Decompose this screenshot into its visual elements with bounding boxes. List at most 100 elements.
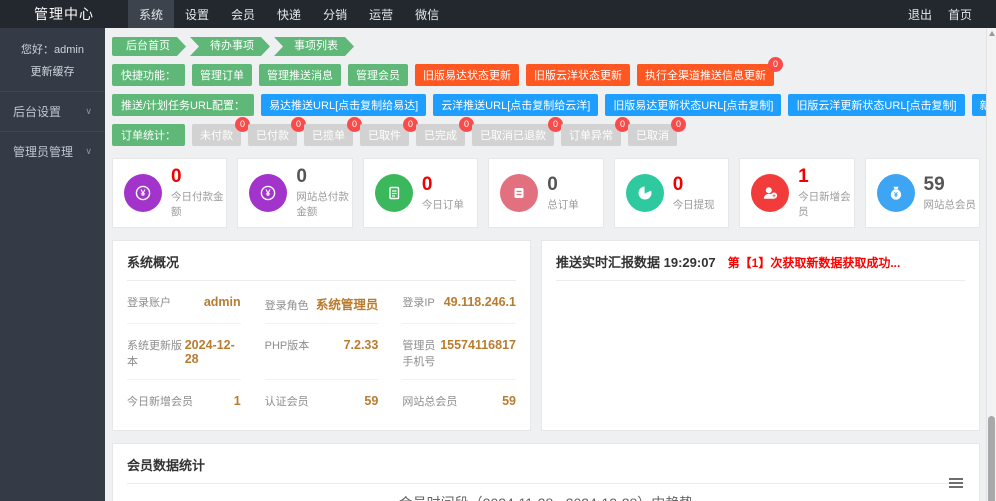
overview-value: 49.118.246.1 — [443, 295, 516, 309]
stat-card-text: 0 今日付款金额 — [171, 167, 226, 219]
overview-label: PHP版本 — [264, 340, 310, 352]
stat-card-5: 0 今日提现 — [613, 158, 730, 228]
stat-card-1: ¥0 今日付款金额 — [112, 158, 228, 228]
quick-button-r1-4[interactable]: 旧版易达状态更新 — [415, 64, 519, 86]
overview-label: 管理员手机号 — [402, 340, 436, 368]
chart-title: 会员时间段（2024-11-28 - 2024-12-28）内趋势 — [127, 493, 965, 501]
overview-value: 系统管理员 — [315, 298, 379, 312]
quick-button-r2-4[interactable]: 旧版云洋更新状态URL[点击复制] — [788, 94, 965, 116]
yen-circle-icon: ¥ — [249, 174, 288, 212]
stat-card-label: 今日新增会员 — [798, 191, 851, 218]
sidebar-item-1[interactable]: 后台设置 ∨ — [0, 91, 105, 131]
overview-cell-r3c2: 认证会员 59 — [265, 380, 379, 419]
quick-button-r1-5[interactable]: 旧版云洋状态更新 — [526, 64, 630, 86]
quick-button-r1-1[interactable]: 管理订单 — [192, 64, 252, 86]
sidebar-item-label: 管理员管理 — [13, 145, 74, 159]
svg-text:¥: ¥ — [894, 192, 898, 199]
overview-label: 登录IP — [402, 297, 435, 309]
breadcrumb-tab-1[interactable]: 后台首页 — [112, 37, 186, 56]
quick-button-r3-5[interactable]: 已完成 0 — [416, 117, 474, 146]
top-menu-item-1[interactable]: 系统 — [128, 0, 175, 28]
top-menu-item-4[interactable]: 快递 — [266, 0, 312, 28]
stat-card-label: 网站总会员 — [923, 198, 977, 211]
top-menu-item-2[interactable]: 设置 — [174, 0, 220, 28]
scrollbar-up-icon[interactable] — [989, 31, 995, 36]
overview-cell-r1c2: 登录角色 系统管理员 — [264, 281, 379, 324]
chevron-down-icon: ∨ — [85, 106, 92, 116]
quick-button-r3-3[interactable]: 已揽单 0 — [304, 117, 362, 146]
top-menu: 系统 设置 会员 快递 分销 运营 微信 — [128, 0, 450, 28]
top-link-1[interactable]: 退出 — [908, 6, 932, 23]
stat-card-value: 0 — [171, 166, 182, 187]
quick-row-label: 推送/计划任务URL配置： — [112, 94, 255, 116]
overview-label: 认证会员 — [264, 396, 309, 408]
money-bag-icon: ¥ — [876, 174, 915, 212]
member-stats-panel: 会员数据统计 会员时间段（2024-11-28 - 2024-12-28）内趋势… — [112, 443, 980, 501]
quick-button-r3-6[interactable]: 已取消已退款 0 — [472, 117, 563, 146]
overview-cell-r1c1: 登录账户 admin — [127, 281, 241, 324]
top-menu-item-3[interactable]: 会员 — [220, 0, 266, 28]
breadcrumb-tab-2[interactable]: 待办事项 — [190, 37, 270, 56]
quick-button-r2-1[interactable]: 易达推送URL[点击复制给易达] — [261, 94, 427, 116]
stat-card-text: 0 网站总付款金额 — [296, 167, 351, 219]
stat-card-text: 0 今日提现 — [673, 174, 715, 212]
user-add-icon: + — [751, 174, 790, 212]
quick-button-r1-6[interactable]: 执行全渠道推送信息更新 0 — [637, 57, 783, 86]
quick-button-r3-2[interactable]: 已付款 0 — [248, 117, 306, 146]
stat-card-label: 网站总付款金额 — [296, 191, 349, 218]
overview-value: 7.2.33 — [343, 338, 379, 352]
top-menu-item-7[interactable]: 微信 — [404, 0, 450, 28]
overview-value: 2024-12-28 — [184, 338, 235, 366]
top-menu-item-6[interactable]: 运营 — [358, 0, 404, 28]
top-bar: 管理中心 系统 设置 会员 快递 分销 运营 微信 退出 首页 — [0, 0, 996, 28]
stat-card-text: 59 网站总会员 — [923, 174, 977, 212]
stat-card-text: 0 今日订单 — [422, 174, 464, 212]
stat-card-text: 0 总订单 — [547, 173, 579, 212]
stat-card-value: 0 — [296, 166, 307, 187]
scrollbar-thumb[interactable] — [988, 416, 995, 501]
stat-card-7: ¥59 网站总会员 — [864, 158, 980, 228]
quick-row-3: 订单统计： 未付款 0 已付款 0 已揽单 0 已取件 0 已完成 0 已取消已退款 0 订单异常 0 已取消… — [112, 117, 980, 146]
overview-value: 15574116817 — [440, 338, 516, 352]
system-overview-panel: 系统概况 登录账户 admin 登录角色 系统管理员 登录IP 49.118.246.1 系… — [112, 240, 531, 431]
overview-value: admin — [203, 295, 241, 309]
quick-button-r3-7[interactable]: 订单异常 0 — [561, 117, 630, 146]
overview-cell-r2c3: 管理员手机号 15574116817 — [402, 324, 516, 380]
push-report-message: 第【1】次获取新数据获取成功... — [727, 256, 901, 270]
stat-cards-row: ¥0 今日付款金额 ¥0 网站总付款金额 0 今日订单 0 总订单 0 今日提现 +1 今日新增会员 ¥… — [112, 158, 980, 228]
top-link-2[interactable]: 首页 — [948, 6, 972, 23]
stat-card-value: 0 — [547, 173, 558, 195]
quick-button-r3-4[interactable]: 已取件 0 — [360, 117, 418, 146]
quick-button-r2-2[interactable]: 云洋推送URL[点击复制给云洋] — [433, 94, 599, 116]
stat-card-4: 0 总订单 — [488, 158, 604, 228]
stat-card-2: ¥0 网站总付款金额 — [237, 158, 353, 228]
top-menu-item-5[interactable]: 分销 — [312, 0, 358, 28]
quick-button-r3-1[interactable]: 未付款 0 — [192, 117, 250, 146]
svg-text:¥: ¥ — [140, 188, 145, 198]
member-stats-title: 会员数据统计 — [127, 455, 965, 484]
quick-button-r1-2[interactable]: 管理推送消息 — [259, 64, 341, 86]
stat-card-3: 0 今日订单 — [362, 158, 479, 228]
update-cache-link[interactable]: 更新缓存 — [0, 61, 105, 91]
quick-button-r2-5[interactable]: 新版全渠道更新状态URL[点击复制] — [971, 94, 986, 116]
overview-value: 1 — [233, 394, 241, 408]
pie-chart-icon — [625, 174, 664, 212]
chart-toolbox-icon[interactable] — [949, 478, 963, 490]
quick-button-r2-3[interactable]: 旧版易达更新状态URL[点击复制] — [605, 94, 782, 116]
push-report-panel: 推送实时汇报数据 19:29:07 第【1】次获取新数据获取成功... — [541, 240, 980, 431]
overview-label: 系统更新版本 — [127, 340, 182, 368]
stat-card-value: 1 — [798, 166, 809, 187]
quick-row-2: 推送/计划任务URL配置： 易达推送URL[点击复制给易达] 云洋推送URL[点击复… — [112, 94, 986, 116]
overview-label: 登录角色 — [264, 300, 309, 312]
quick-row-1: 快捷功能： 管理订单 管理推送消息 管理会员 旧版易达状态更新 旧版云洋状态更新 执行全渠道… — [112, 57, 980, 86]
svg-text:+: + — [772, 193, 776, 200]
page-scrollbar[interactable] — [986, 28, 996, 501]
breadcrumb-tab-3[interactable]: 事项列表 — [274, 37, 354, 56]
overview-cell-r3c3: 网站总会员 59 — [402, 380, 516, 419]
quick-button-r1-3[interactable]: 管理会员 — [348, 64, 408, 86]
overview-label: 登录账户 — [127, 297, 171, 309]
sidebar-item-2[interactable]: 管理员管理 ∨ — [0, 131, 105, 171]
main-content: 后台首页 待办事项 事项列表 快捷功能： 管理订单 管理推送消息 管理会员 旧版易达状态更新… — [105, 28, 986, 501]
overview-cell-r1c3: 登录IP 49.118.246.1 — [402, 281, 516, 324]
quick-button-r3-8[interactable]: 已取消 0 — [628, 117, 686, 146]
